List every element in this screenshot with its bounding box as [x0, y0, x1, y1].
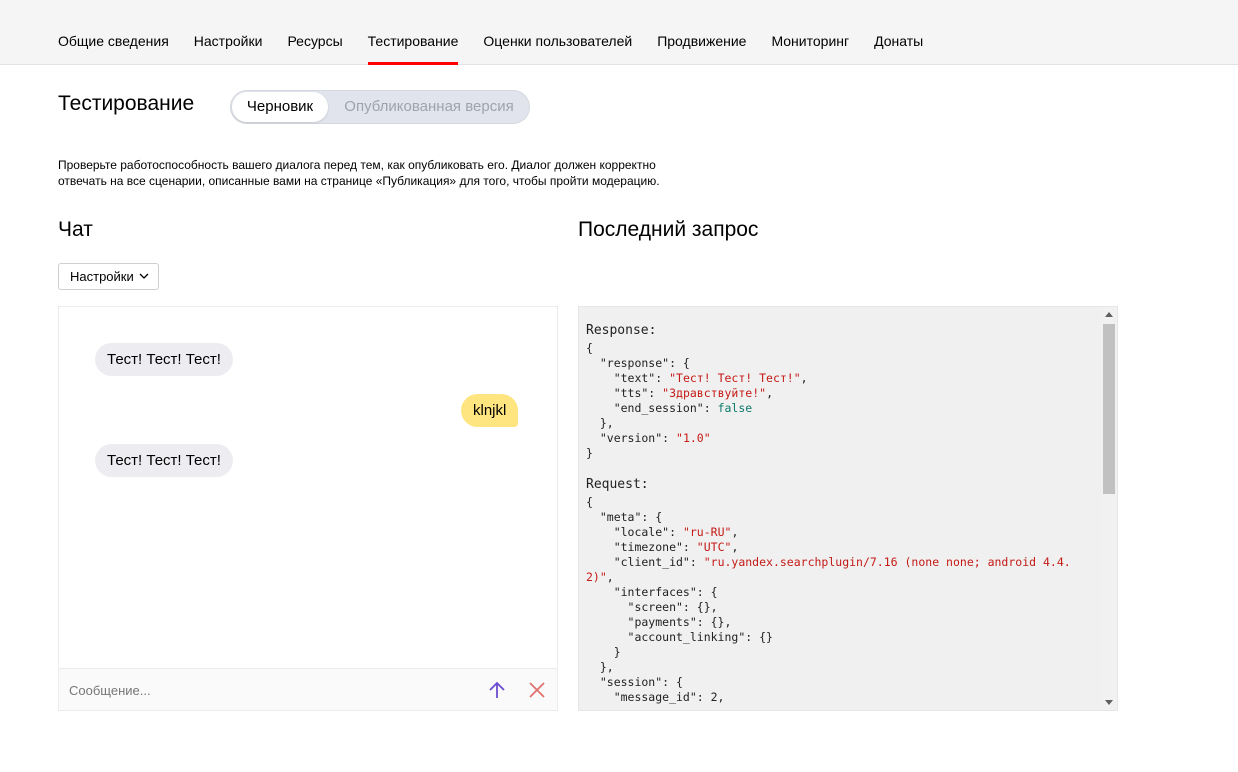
tab-promotion[interactable]: Продвижение — [657, 0, 746, 65]
version-value: 1.0 — [682, 431, 704, 445]
tab-donations[interactable]: Донаты — [874, 0, 923, 65]
chat-settings-button[interactable]: Настройки — [58, 263, 159, 290]
last-request-panel: Response: { "response": { "text": "Тест!… — [578, 306, 1118, 711]
tab-bar: Общие сведения Настройки Ресурсы Тестиро… — [58, 0, 948, 65]
published-version-option[interactable]: Опубликованная версия — [331, 91, 527, 123]
tab-user-ratings[interactable]: Оценки пользователей — [483, 0, 632, 65]
bot-message: Тест! Тест! Тест! — [95, 343, 233, 376]
response-json: { "response": { "text": "Тест! Тест! Тес… — [586, 341, 808, 460]
end-session-value: false — [717, 401, 753, 415]
response-label: Response: — [586, 323, 657, 338]
request-json: { "meta": { "locale": "ru-RU", "timezone… — [586, 495, 1071, 704]
tab-testing[interactable]: Тестирование — [367, 0, 458, 65]
scroll-up-icon[interactable] — [1105, 312, 1113, 317]
tab-general[interactable]: Общие сведения — [58, 0, 169, 65]
scroll-down-icon[interactable] — [1105, 700, 1113, 705]
page-description: Проверьте работоспособность вашего диало… — [58, 157, 738, 189]
chevron-down-icon — [139, 273, 149, 279]
request-scrollbar[interactable] — [1101, 307, 1117, 710]
request-log: Response: { "response": { "text": "Тест!… — [586, 321, 1106, 705]
request-label: Request: — [586, 477, 649, 492]
message-composer — [59, 668, 557, 710]
user-message: klnjkl — [461, 394, 519, 427]
tab-settings[interactable]: Настройки — [194, 0, 263, 65]
top-navigation: Общие сведения Настройки Ресурсы Тестиро… — [0, 0, 1238, 65]
chat-title: Чат — [58, 218, 93, 241]
tab-resources[interactable]: Ресурсы — [287, 0, 342, 65]
locale-value: ru-RU — [689, 525, 725, 539]
client-id-value-cont: 2) — [586, 570, 600, 584]
client-id-value: ru.yandex.searchplugin/7.16 (none none; … — [710, 555, 1071, 569]
chat-settings-label: Настройки — [70, 269, 134, 284]
chat-panel: Тест! Тест! Тест! klnjkl Тест! Тест! Тес… — [58, 306, 558, 711]
bot-message: Тест! Тест! Тест! — [95, 444, 233, 477]
timezone-value: UTC — [703, 540, 725, 554]
page-title: Тестирование — [58, 92, 195, 115]
description-line-2: отвечать на все сценарии, описанные вами… — [58, 174, 660, 188]
last-request-title: Последний запрос — [578, 218, 759, 241]
response-text-value: Тест! Тест! Тест! — [676, 371, 794, 385]
arrow-up-icon[interactable] — [487, 680, 507, 700]
description-line-1: Проверьте работоспособность вашего диало… — [58, 158, 656, 172]
version-switch: Черновик Опубликованная версия — [230, 90, 530, 124]
draft-option[interactable]: Черновик — [232, 92, 328, 122]
tab-monitoring[interactable]: Мониторинг — [771, 0, 849, 65]
message-input[interactable] — [69, 679, 449, 701]
scroll-thumb[interactable] — [1103, 324, 1115, 494]
response-tts-value: Здравствуйте! — [669, 386, 760, 400]
close-icon[interactable] — [528, 681, 546, 699]
